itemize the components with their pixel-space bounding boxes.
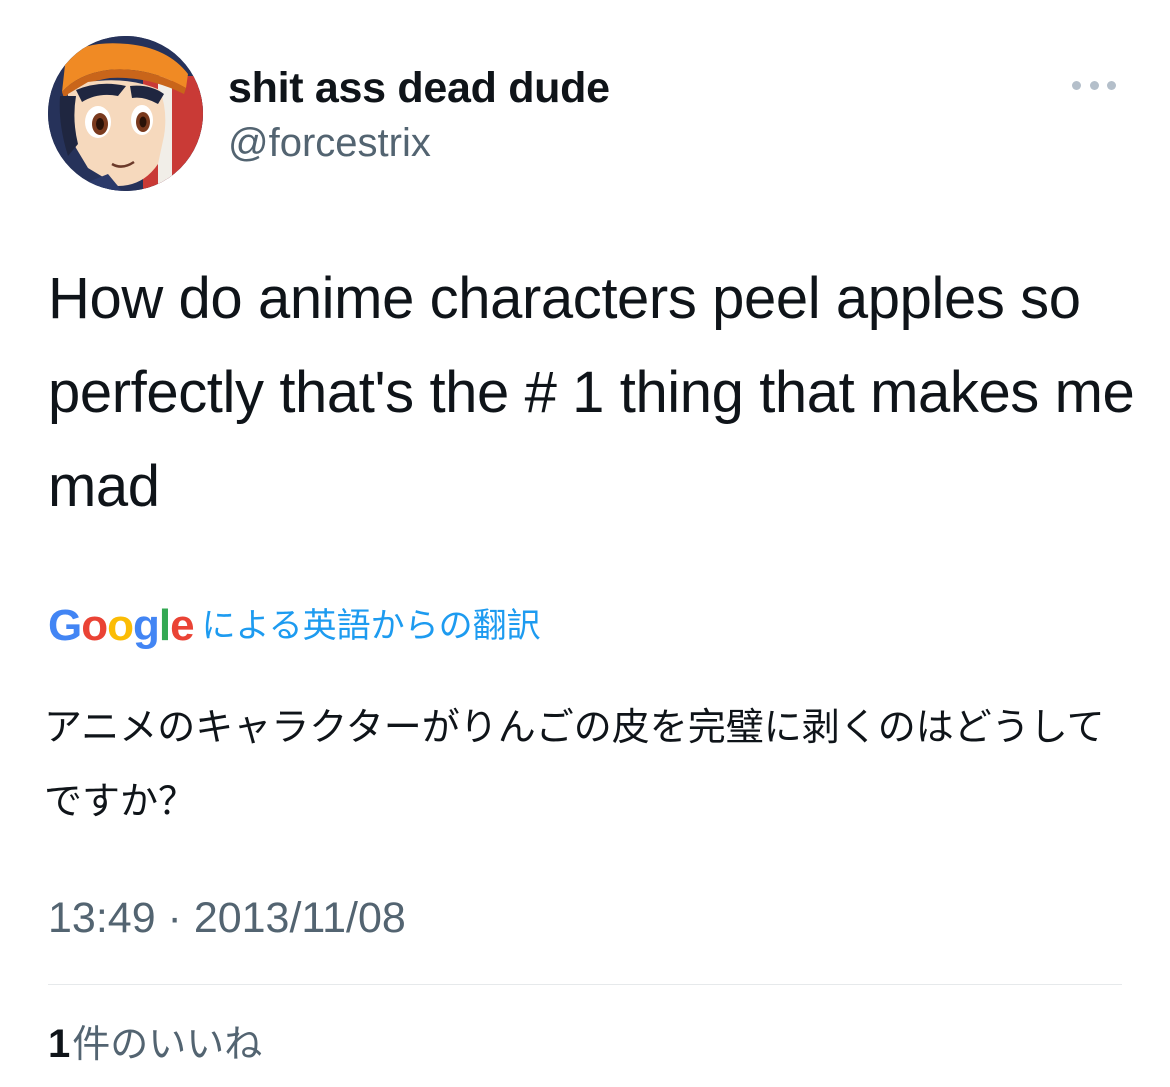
dot xyxy=(1107,80,1116,90)
likes-count: 1 xyxy=(48,1022,71,1066)
translation-label[interactable]: Google による英語からの翻訳 xyxy=(48,598,541,654)
translation-suffix: による英語からの翻訳 xyxy=(201,606,541,646)
divider xyxy=(48,984,1122,985)
google-logo: Google xyxy=(48,601,195,650)
likes-stat[interactable]: 1 件のいいね xyxy=(48,1014,262,1074)
likes-label: 件のいいね xyxy=(72,1022,263,1066)
dot xyxy=(1072,80,1081,90)
anime-character-avatar-icon xyxy=(48,36,203,191)
tweet-card: shit ass dead dude @forcestrix How do an… xyxy=(0,0,1170,1087)
tweet-timestamp[interactable]: 13:49 · 2013/11/08 xyxy=(48,888,406,948)
tweet-text: How do anime characters peel apples so p… xyxy=(48,266,1135,519)
user-handle[interactable]: @forcestrix xyxy=(228,116,610,170)
display-name[interactable]: shit ass dead dude xyxy=(228,60,610,116)
avatar[interactable] xyxy=(48,36,203,191)
translated-text: アニメのキャラクターがりんごの皮を完璧に剥くのはどうしてですか？ xyxy=(44,705,1105,823)
dot xyxy=(1089,80,1099,90)
author-names: shit ass dead dude @forcestrix xyxy=(228,60,610,170)
tweet-header: shit ass dead dude @forcestrix xyxy=(48,36,1122,192)
ellipsis-icon[interactable] xyxy=(1072,78,1116,92)
